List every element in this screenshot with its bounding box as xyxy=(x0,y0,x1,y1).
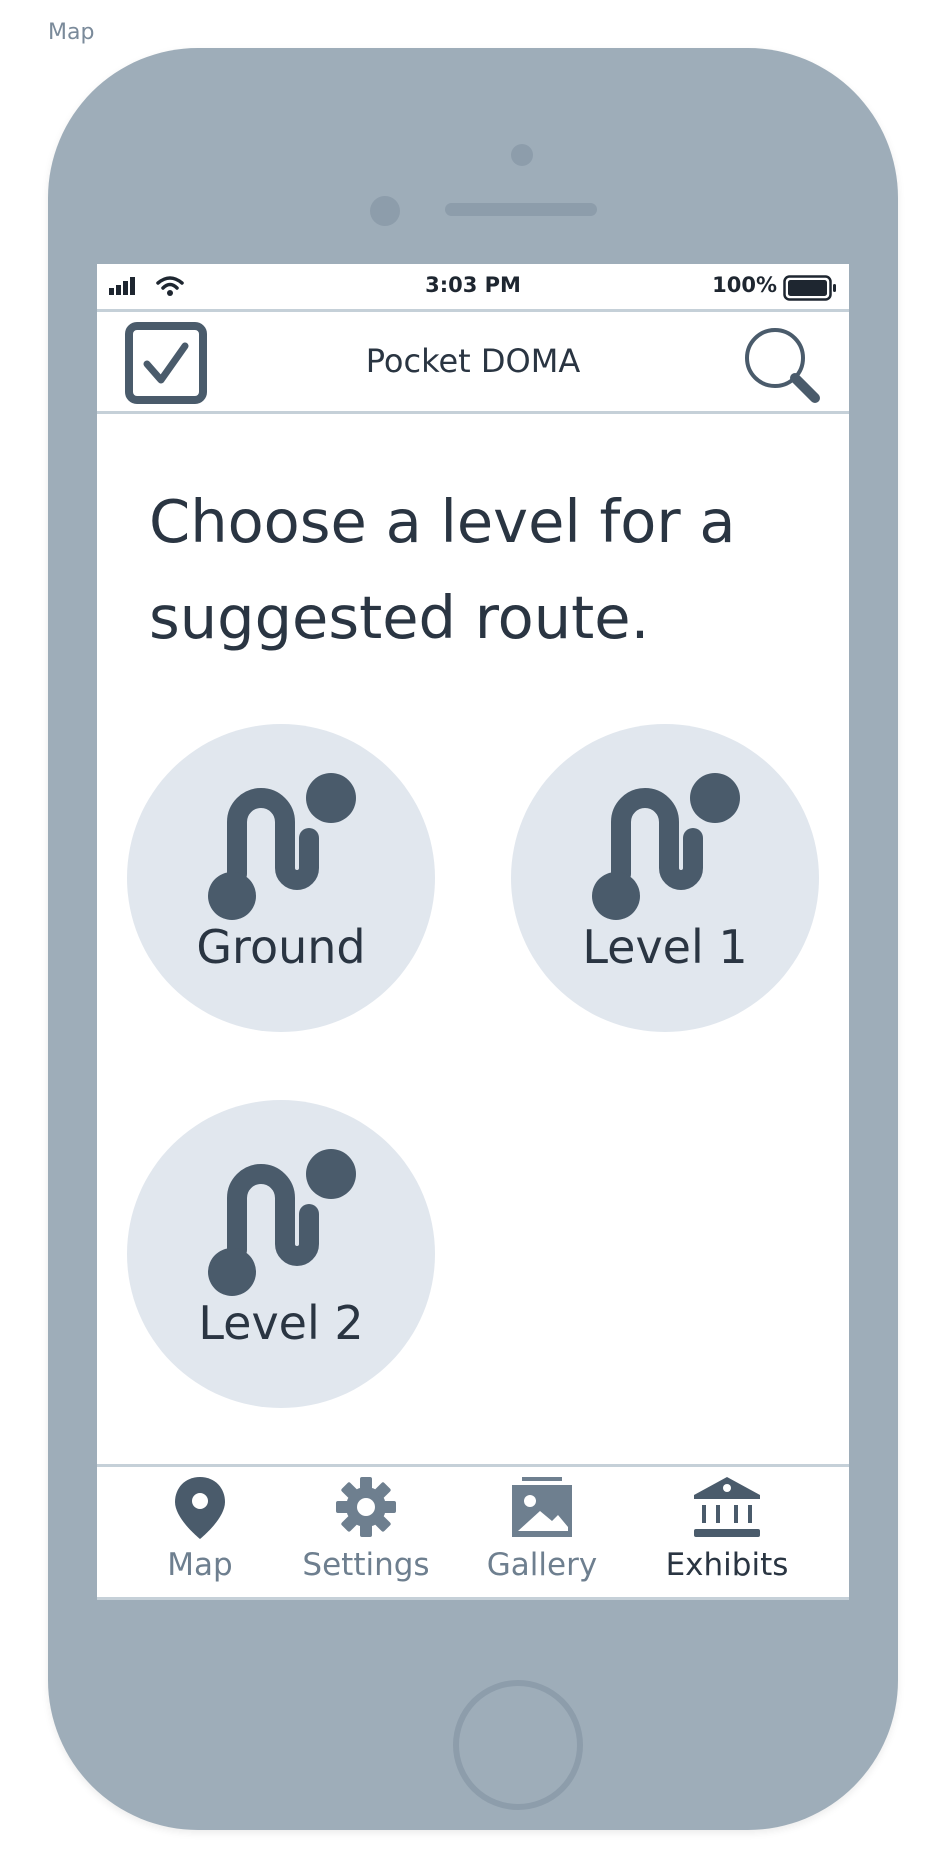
frame-label: Map xyxy=(48,20,95,45)
level-button-level-2[interactable]: Level 2 xyxy=(127,1100,435,1408)
status-bar: 3:03 PM 100% xyxy=(97,264,849,312)
search-icon[interactable] xyxy=(741,324,821,404)
tab-exhibits[interactable]: Exhibits xyxy=(657,1467,797,1597)
battery-percentage: 100% xyxy=(712,273,777,297)
route-icon xyxy=(208,1149,356,1296)
map-pin-icon xyxy=(175,1477,225,1539)
gear-icon xyxy=(336,1477,396,1537)
earpiece-speaker xyxy=(445,203,597,216)
home-button[interactable] xyxy=(453,1680,583,1810)
app-screen: 3:03 PM 100% Pocket DOMA Choose a level … xyxy=(97,264,849,1600)
route-icon xyxy=(592,773,740,920)
front-sensor xyxy=(370,196,400,226)
gallery-icon xyxy=(512,1477,572,1537)
tab-map[interactable]: Map xyxy=(137,1467,263,1597)
tab-label: Map xyxy=(167,1547,233,1583)
level-button-ground[interactable]: Ground xyxy=(127,724,435,1032)
museum-icon xyxy=(694,1477,760,1537)
tab-settings[interactable]: Settings xyxy=(293,1467,439,1597)
tab-label: Exhibits xyxy=(665,1547,789,1583)
level-label: Level 2 xyxy=(198,1296,364,1350)
level-label: Ground xyxy=(196,920,366,974)
navigation-bar: Pocket DOMA xyxy=(97,312,849,414)
tab-bar: Map Settings Gallery Exhibits xyxy=(97,1464,849,1600)
camera-dot xyxy=(511,144,533,166)
route-icon xyxy=(208,773,356,920)
level-label: Level 1 xyxy=(582,920,748,974)
page-headline: Choose a level for a suggested route. xyxy=(149,487,736,652)
app-title: Pocket DOMA xyxy=(365,342,581,380)
tab-gallery[interactable]: Gallery xyxy=(481,1467,603,1597)
tab-label: Gallery xyxy=(486,1547,598,1583)
battery-icon xyxy=(783,275,836,301)
tab-label: Settings xyxy=(302,1547,430,1583)
level-button-level-1[interactable]: Level 1 xyxy=(511,724,819,1032)
